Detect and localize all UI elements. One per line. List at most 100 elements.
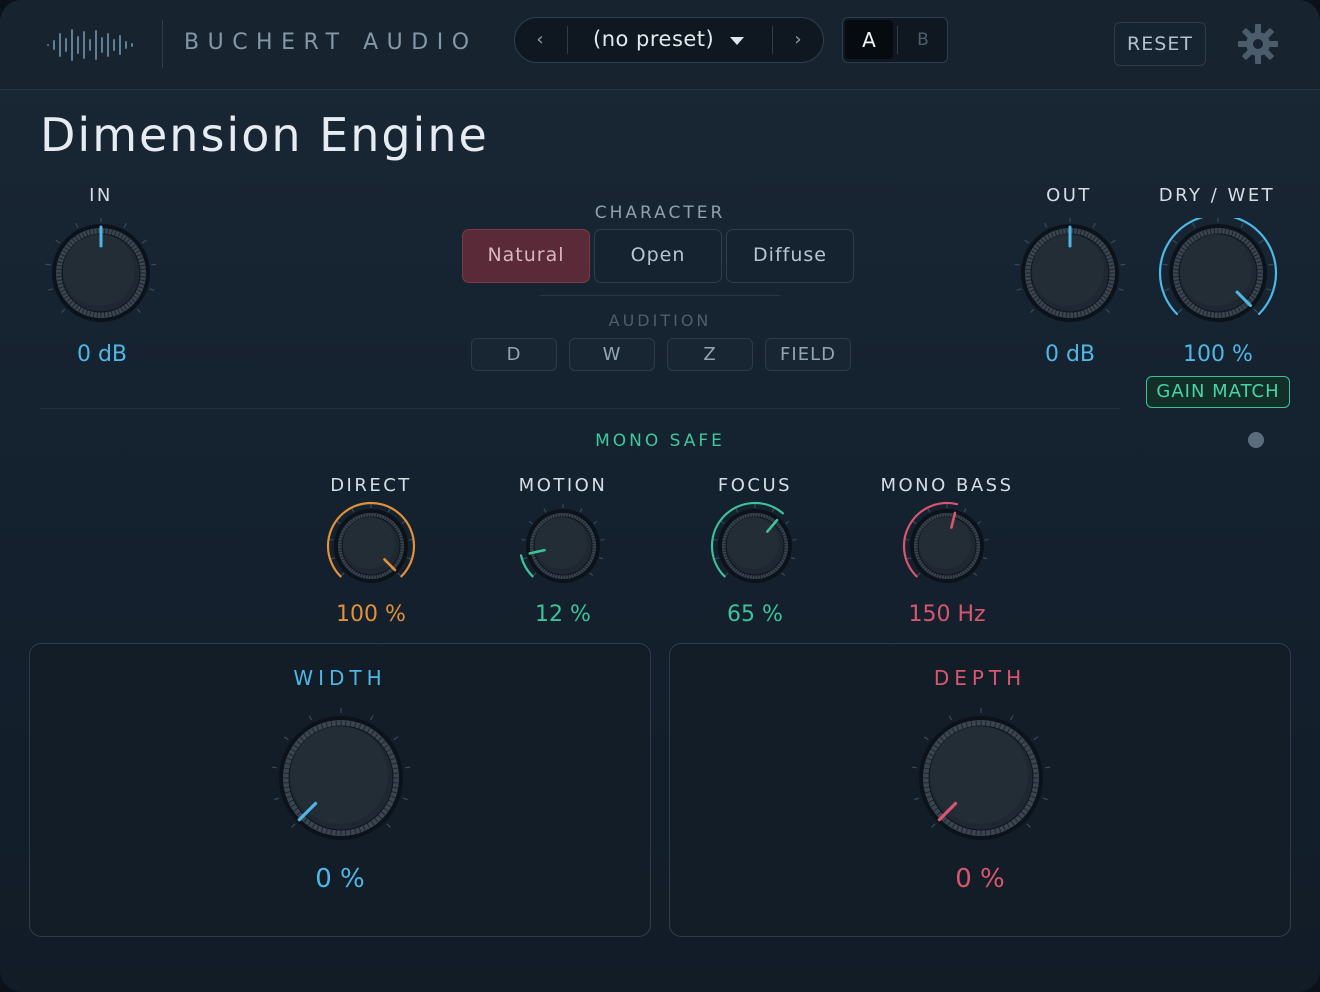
- reset-button[interactable]: RESET: [1114, 22, 1206, 66]
- width-value: 0 %: [315, 864, 365, 894]
- audition-field-button[interactable]: FIELD: [765, 338, 851, 371]
- knob-cap-highlight: [535, 517, 587, 569]
- knob-tick: [790, 557, 796, 560]
- gain-match-toggle[interactable]: GAIN MATCH: [1146, 376, 1290, 408]
- knob-tick: [735, 508, 739, 513]
- knob-tick: [141, 239, 147, 244]
- knob-tick: [1118, 288, 1124, 291]
- preset-dropdown[interactable]: (no preset): [593, 27, 714, 51]
- motion-label: MOTION: [518, 475, 608, 496]
- character-natural-button[interactable]: Natural: [462, 229, 590, 283]
- knob-tick: [1009, 715, 1014, 721]
- knob-knurl: [567, 574, 570, 579]
- direct-value: 100 %: [336, 602, 406, 627]
- knob-tick: [948, 715, 953, 721]
- knob-tick: [123, 222, 127, 228]
- audition-w-button[interactable]: W: [569, 338, 655, 371]
- knob-cap-highlight: [1032, 234, 1104, 306]
- preset-next-button[interactable]: ›: [773, 18, 823, 61]
- knob-tick: [1092, 222, 1096, 228]
- knob-tick: [1044, 222, 1048, 228]
- knob-tick: [393, 736, 398, 741]
- knob-knurl: [914, 550, 919, 553]
- gear-icon[interactable]: [1236, 22, 1280, 66]
- header-bar: BUCHERT AUDIO ‹ (no preset) › A B RESET: [0, 0, 1320, 90]
- focus-label: FOCUS: [717, 475, 793, 496]
- depth-value: 0 %: [955, 864, 1005, 894]
- character-open-button[interactable]: Open: [594, 229, 722, 283]
- motion-knob[interactable]: [513, 500, 613, 590]
- focus-knob[interactable]: [705, 500, 805, 590]
- knob-tick: [1120, 263, 1126, 266]
- width-panel: WIDTH 0 %: [29, 643, 651, 937]
- character-diffuse-button[interactable]: Diffuse: [726, 229, 854, 283]
- knob-tick: [714, 557, 720, 560]
- knob-tick: [713, 538, 718, 541]
- knob-tick: [401, 520, 406, 525]
- knob-tick: [912, 520, 917, 525]
- knob-tick: [274, 797, 280, 801]
- knob-tick: [1110, 239, 1116, 244]
- knob-tick: [589, 572, 594, 577]
- depth-knob[interactable]: [901, 708, 1061, 848]
- knob-knurl: [940, 513, 943, 518]
- knob-tick: [927, 508, 931, 513]
- preset-prev-button[interactable]: ‹: [515, 18, 565, 61]
- mono-safe-indicator[interactable]: [1248, 432, 1264, 448]
- knob-tick: [1268, 263, 1274, 266]
- knob-tick: [593, 520, 598, 525]
- knob-tick: [528, 520, 533, 525]
- knob-tick: [598, 557, 604, 560]
- knob-knurl: [364, 513, 367, 518]
- knob-tick: [1033, 736, 1038, 741]
- direct-knob[interactable]: [321, 500, 421, 590]
- knob-tick: [924, 736, 929, 741]
- out-knob[interactable]: [1007, 218, 1133, 328]
- knob-knurl: [783, 539, 788, 542]
- mono-bass-label: MONO BASS: [880, 475, 1014, 496]
- knob-tick: [60, 308, 66, 314]
- out-label: OUT: [1046, 185, 1092, 206]
- knob-tick: [369, 715, 374, 721]
- knob-tick: [397, 572, 402, 577]
- drywet-knob[interactable]: [1155, 218, 1281, 328]
- depth-title: DEPTH: [933, 666, 1027, 690]
- plugin-title: Dimension Engine: [40, 108, 489, 162]
- divider: [540, 295, 780, 296]
- knob-knurl: [591, 539, 596, 542]
- knob-knurl: [338, 550, 343, 553]
- knob-knurl: [759, 513, 762, 518]
- logo-divider: [162, 20, 163, 68]
- in-knob[interactable]: [38, 218, 164, 328]
- knob-knurl: [530, 539, 535, 542]
- chevron-down-icon[interactable]: [730, 37, 744, 45]
- knob-tick: [600, 538, 605, 541]
- knob-knurl: [556, 513, 559, 518]
- knob-cap-highlight: [930, 726, 1028, 824]
- ab-b-button[interactable]: B: [901, 20, 945, 59]
- knob-tick: [1192, 222, 1196, 228]
- knob-knurl: [940, 574, 943, 579]
- knob-knurl: [375, 513, 378, 518]
- knob-tick: [308, 715, 313, 721]
- width-title: WIDTH: [293, 666, 387, 690]
- knob-tick: [724, 572, 729, 577]
- knob-tick: [329, 538, 334, 541]
- audition-z-button[interactable]: Z: [667, 338, 753, 371]
- mono-bass-knob[interactable]: [897, 500, 997, 590]
- knob-knurl: [951, 574, 954, 579]
- knob-tick: [982, 557, 988, 560]
- knob-tick: [351, 508, 355, 513]
- audition-d-button[interactable]: D: [471, 338, 557, 371]
- width-knob[interactable]: [261, 708, 421, 848]
- knob-tick: [1162, 263, 1168, 266]
- knob-tick: [291, 823, 296, 828]
- knob-knurl: [722, 550, 727, 553]
- ab-a-button[interactable]: A: [845, 20, 893, 59]
- knob-tick: [771, 508, 775, 513]
- knob-tick: [1105, 308, 1111, 314]
- knob-tick: [916, 572, 921, 577]
- knob-knurl: [556, 574, 559, 579]
- knob-tick: [543, 508, 547, 513]
- knob-tick: [914, 797, 920, 801]
